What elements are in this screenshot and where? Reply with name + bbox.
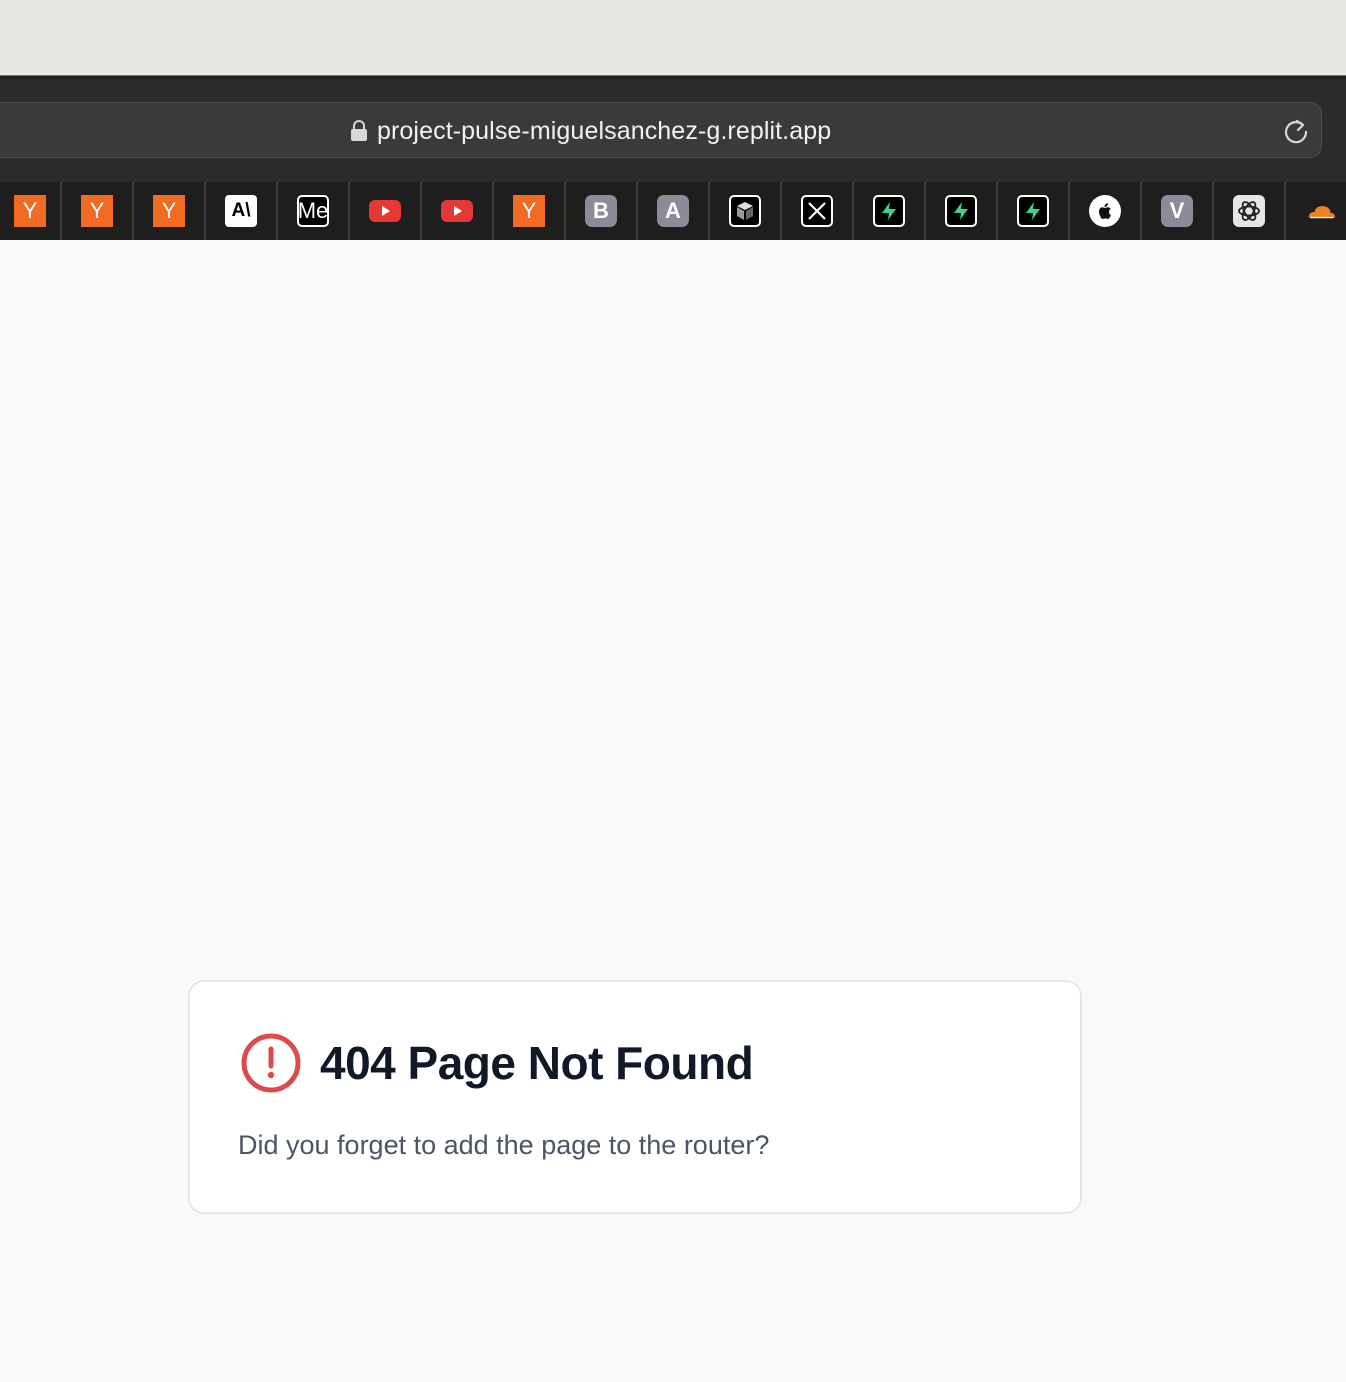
y-combinator-icon: Y [513, 195, 545, 227]
apple-icon [1089, 195, 1121, 227]
letter-b-icon: B [585, 195, 617, 227]
letter-v-icon: V [1161, 195, 1193, 227]
youtube-icon [441, 195, 473, 227]
bookmark-glyph: A\ [231, 200, 251, 221]
bookmark-item[interactable]: A\ [206, 182, 278, 240]
window-top-strip [0, 0, 1346, 75]
bookmark-glyph: Y [89, 198, 105, 223]
bookmarks-bar: Y Y Y A\ Me Y B A V [0, 182, 1346, 240]
bookmark-item[interactable]: Y [134, 182, 206, 240]
lock-icon [351, 120, 367, 142]
bookmark-item[interactable] [782, 182, 854, 240]
error-title: 404 Page Not Found [320, 1037, 754, 1089]
bookmark-item[interactable] [998, 182, 1070, 240]
bookmark-item[interactable] [1214, 182, 1286, 240]
reload-icon[interactable] [1281, 116, 1311, 146]
bookmark-glyph: B [593, 198, 609, 223]
url-text[interactable]: project-pulse-miguelsanchez-g.replit.app [377, 117, 831, 146]
bookmark-glyph: Y [161, 198, 177, 223]
x-icon [801, 195, 833, 227]
bookmark-item[interactable] [854, 182, 926, 240]
supabase-icon [945, 195, 977, 227]
bookmark-item[interactable]: A [638, 182, 710, 240]
bookmark-item[interactable] [1286, 182, 1346, 240]
supabase-icon [873, 195, 905, 227]
cube-icon [729, 195, 761, 227]
error-header: 404 Page Not Found [240, 1032, 754, 1094]
y-combinator-icon: Y [81, 195, 113, 227]
browser-toolbar: project-pulse-miguelsanchez-g.replit.app [0, 79, 1346, 182]
page-content: 404 Page Not Found Did you forget to add… [0, 240, 1346, 1382]
bookmark-glyph: V [1169, 198, 1185, 223]
letter-a-icon: A [657, 195, 689, 227]
bookmark-item[interactable] [710, 182, 782, 240]
anthropic-icon: A\ [225, 195, 257, 227]
bookmark-glyph: A [665, 198, 681, 223]
bookmark-item[interactable] [350, 182, 422, 240]
bookmark-item[interactable]: Y [62, 182, 134, 240]
address-bar[interactable]: project-pulse-miguelsanchez-g.replit.app [0, 102, 1322, 158]
youtube-icon [369, 195, 401, 227]
medium-icon: Me [297, 195, 329, 227]
bookmark-item[interactable] [926, 182, 998, 240]
bookmark-item[interactable]: V [1142, 182, 1214, 240]
openai-icon [1233, 195, 1265, 227]
bookmark-glyph: Y [22, 198, 38, 223]
bookmark-item[interactable] [422, 182, 494, 240]
bookmark-item[interactable]: B [566, 182, 638, 240]
bookmark-item[interactable]: Y [0, 182, 62, 240]
y-combinator-icon: Y [14, 195, 46, 227]
error-card: 404 Page Not Found Did you forget to add… [188, 980, 1082, 1214]
bookmark-item[interactable]: Me [278, 182, 350, 240]
y-combinator-icon: Y [153, 195, 185, 227]
url-container: project-pulse-miguelsanchez-g.replit.app [351, 116, 831, 146]
supabase-icon [1017, 195, 1049, 227]
alert-circle-icon [241, 1033, 301, 1093]
bookmark-item[interactable] [1070, 182, 1142, 240]
cloudflare-icon [1305, 195, 1337, 227]
bookmark-item[interactable]: Y [494, 182, 566, 240]
error-message: Did you forget to add the page to the ro… [238, 1130, 770, 1160]
bookmark-glyph: Me [297, 198, 329, 223]
bookmark-glyph: Y [521, 198, 537, 223]
